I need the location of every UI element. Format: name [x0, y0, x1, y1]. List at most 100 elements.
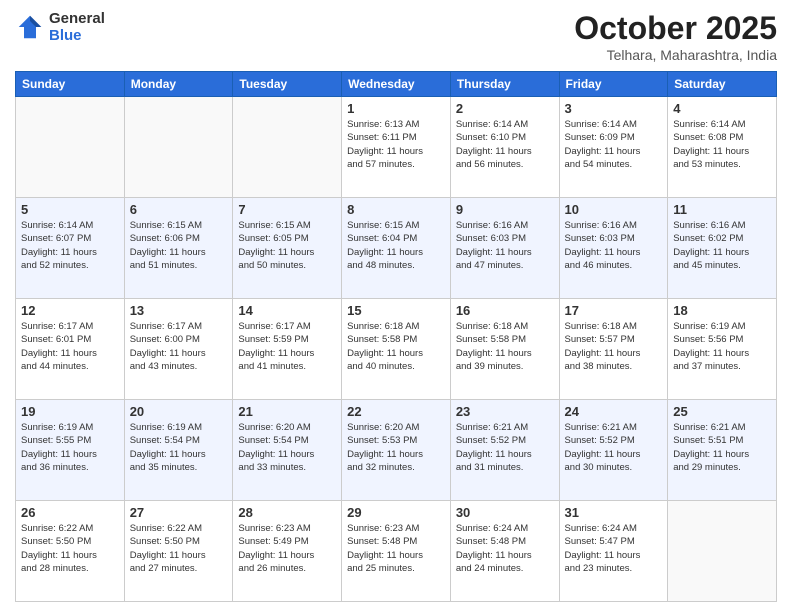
day-info: Sunrise: 6:15 AM Sunset: 6:05 PM Dayligh…	[238, 219, 336, 272]
table-row: 31 Sunrise: 6:24 AM Sunset: 5:47 PM Dayli…	[559, 501, 668, 602]
table-row	[16, 97, 125, 198]
col-tuesday: Tuesday	[233, 72, 342, 97]
calendar-week-row: 26 Sunrise: 6:22 AM Sunset: 5:50 PM Dayli…	[16, 501, 777, 602]
table-row: 23 Sunrise: 6:21 AM Sunset: 5:52 PM Dayli…	[450, 400, 559, 501]
day-info: Sunrise: 6:14 AM Sunset: 6:10 PM Dayligh…	[456, 118, 554, 171]
table-row	[233, 97, 342, 198]
day-info: Sunrise: 6:16 AM Sunset: 6:03 PM Dayligh…	[565, 219, 663, 272]
day-number: 20	[130, 404, 228, 419]
table-row: 3Sunrise: 6:14 AM Sunset: 6:09 PM Daylig…	[559, 97, 668, 198]
day-number: 11	[673, 202, 771, 217]
title-block: October 2025 Telhara, Maharashtra, India	[574, 10, 777, 63]
day-info: Sunrise: 6:17 AM Sunset: 5:59 PM Dayligh…	[238, 320, 336, 373]
day-number: 24	[565, 404, 663, 419]
day-info: Sunrise: 6:21 AM Sunset: 5:51 PM Dayligh…	[673, 421, 771, 474]
day-number: 25	[673, 404, 771, 419]
day-number: 19	[21, 404, 119, 419]
table-row: 20Sunrise: 6:19 AM Sunset: 5:54 PM Dayli…	[124, 400, 233, 501]
table-row: 7 Sunrise: 6:15 AM Sunset: 6:05 PM Daylig…	[233, 198, 342, 299]
day-number: 4	[673, 101, 771, 116]
day-info: Sunrise: 6:18 AM Sunset: 5:58 PM Dayligh…	[347, 320, 445, 373]
day-number: 17	[565, 303, 663, 318]
table-row: 13 Sunrise: 6:17 AM Sunset: 6:00 PM Dayli…	[124, 299, 233, 400]
day-number: 2	[456, 101, 554, 116]
logo: General Blue	[15, 10, 105, 44]
day-number: 12	[21, 303, 119, 318]
day-info: Sunrise: 6:14 AM Sunset: 6:08 PM Dayligh…	[673, 118, 771, 171]
table-row: 28 Sunrise: 6:23 AM Sunset: 5:49 PM Dayli…	[233, 501, 342, 602]
day-number: 13	[130, 303, 228, 318]
day-info: Sunrise: 6:13 AM Sunset: 6:11 PM Dayligh…	[347, 118, 445, 171]
logo-text: General Blue	[49, 10, 105, 44]
day-info: Sunrise: 6:16 AM Sunset: 6:02 PM Dayligh…	[673, 219, 771, 272]
day-number: 10	[565, 202, 663, 217]
day-number: 23	[456, 404, 554, 419]
day-info: Sunrise: 6:21 AM Sunset: 5:52 PM Dayligh…	[456, 421, 554, 474]
table-row: 25 Sunrise: 6:21 AM Sunset: 5:51 PM Dayli…	[668, 400, 777, 501]
day-number: 5	[21, 202, 119, 217]
table-row: 27 Sunrise: 6:22 AM Sunset: 5:50 PM Dayli…	[124, 501, 233, 602]
day-info: Sunrise: 6:22 AM Sunset: 5:50 PM Dayligh…	[21, 522, 119, 575]
calendar-week-row: 19 Sunrise: 6:19 AM Sunset: 5:55 PM Dayli…	[16, 400, 777, 501]
col-sunday: Sunday	[16, 72, 125, 97]
table-row: 22 Sunrise: 6:20 AM Sunset: 5:53 PM Dayli…	[342, 400, 451, 501]
day-info: Sunrise: 6:20 AM Sunset: 5:53 PM Dayligh…	[347, 421, 445, 474]
day-number: 1	[347, 101, 445, 116]
table-row	[668, 501, 777, 602]
day-number: 7	[238, 202, 336, 217]
day-info: Sunrise: 6:24 AM Sunset: 5:48 PM Dayligh…	[456, 522, 554, 575]
day-info: Sunrise: 6:20 AM Sunset: 5:54 PM Dayligh…	[238, 421, 336, 474]
day-info: Sunrise: 6:15 AM Sunset: 6:06 PM Dayligh…	[130, 219, 228, 272]
table-row: 18 Sunrise: 6:19 AM Sunset: 5:56 PM Dayli…	[668, 299, 777, 400]
day-info: Sunrise: 6:22 AM Sunset: 5:50 PM Dayligh…	[130, 522, 228, 575]
location: Telhara, Maharashtra, India	[574, 47, 777, 63]
day-info: Sunrise: 6:19 AM Sunset: 5:56 PM Dayligh…	[673, 320, 771, 373]
day-number: 27	[130, 505, 228, 520]
day-number: 31	[565, 505, 663, 520]
calendar-week-row: 12 Sunrise: 6:17 AM Sunset: 6:01 PM Dayli…	[16, 299, 777, 400]
day-info: Sunrise: 6:17 AM Sunset: 6:00 PM Dayligh…	[130, 320, 228, 373]
table-row: 29 Sunrise: 6:23 AM Sunset: 5:48 PM Dayli…	[342, 501, 451, 602]
table-row: 24 Sunrise: 6:21 AM Sunset: 5:52 PM Dayli…	[559, 400, 668, 501]
calendar-table: Sunday Monday Tuesday Wednesday Thursday…	[15, 71, 777, 602]
day-number: 29	[347, 505, 445, 520]
day-info: Sunrise: 6:16 AM Sunset: 6:03 PM Dayligh…	[456, 219, 554, 272]
col-monday: Monday	[124, 72, 233, 97]
table-row: 4 Sunrise: 6:14 AM Sunset: 6:08 PM Daylig…	[668, 97, 777, 198]
day-info: Sunrise: 6:24 AM Sunset: 5:47 PM Dayligh…	[565, 522, 663, 575]
day-info: Sunrise: 6:14 AM Sunset: 6:09 PM Dayligh…	[565, 118, 663, 171]
day-info: Sunrise: 6:15 AM Sunset: 6:04 PM Dayligh…	[347, 219, 445, 272]
page: General Blue October 2025 Telhara, Mahar…	[0, 0, 792, 612]
day-number: 26	[21, 505, 119, 520]
day-info: Sunrise: 6:23 AM Sunset: 5:49 PM Dayligh…	[238, 522, 336, 575]
day-info: Sunrise: 6:18 AM Sunset: 5:58 PM Dayligh…	[456, 320, 554, 373]
logo-icon	[15, 12, 45, 42]
day-number: 9	[456, 202, 554, 217]
table-row	[124, 97, 233, 198]
calendar-header-row: Sunday Monday Tuesday Wednesday Thursday…	[16, 72, 777, 97]
day-number: 15	[347, 303, 445, 318]
table-row: 9 Sunrise: 6:16 AM Sunset: 6:03 PM Daylig…	[450, 198, 559, 299]
table-row: 17Sunrise: 6:18 AM Sunset: 5:57 PM Dayli…	[559, 299, 668, 400]
table-row: 21 Sunrise: 6:20 AM Sunset: 5:54 PM Dayli…	[233, 400, 342, 501]
day-number: 22	[347, 404, 445, 419]
calendar-week-row: 5Sunrise: 6:14 AM Sunset: 6:07 PM Daylig…	[16, 198, 777, 299]
day-info: Sunrise: 6:19 AM Sunset: 5:55 PM Dayligh…	[21, 421, 119, 474]
day-number: 16	[456, 303, 554, 318]
day-info: Sunrise: 6:23 AM Sunset: 5:48 PM Dayligh…	[347, 522, 445, 575]
day-number: 21	[238, 404, 336, 419]
day-info: Sunrise: 6:17 AM Sunset: 6:01 PM Dayligh…	[21, 320, 119, 373]
day-number: 30	[456, 505, 554, 520]
day-info: Sunrise: 6:21 AM Sunset: 5:52 PM Dayligh…	[565, 421, 663, 474]
table-row: 15 Sunrise: 6:18 AM Sunset: 5:58 PM Dayli…	[342, 299, 451, 400]
table-row: 14Sunrise: 6:17 AM Sunset: 5:59 PM Dayli…	[233, 299, 342, 400]
day-number: 8	[347, 202, 445, 217]
col-friday: Friday	[559, 72, 668, 97]
table-row: 8 Sunrise: 6:15 AM Sunset: 6:04 PM Daylig…	[342, 198, 451, 299]
table-row: 5Sunrise: 6:14 AM Sunset: 6:07 PM Daylig…	[16, 198, 125, 299]
table-row: 10 Sunrise: 6:16 AM Sunset: 6:03 PM Dayli…	[559, 198, 668, 299]
header: General Blue October 2025 Telhara, Mahar…	[15, 10, 777, 63]
day-number: 18	[673, 303, 771, 318]
day-number: 28	[238, 505, 336, 520]
table-row: 16 Sunrise: 6:18 AM Sunset: 5:58 PM Dayli…	[450, 299, 559, 400]
